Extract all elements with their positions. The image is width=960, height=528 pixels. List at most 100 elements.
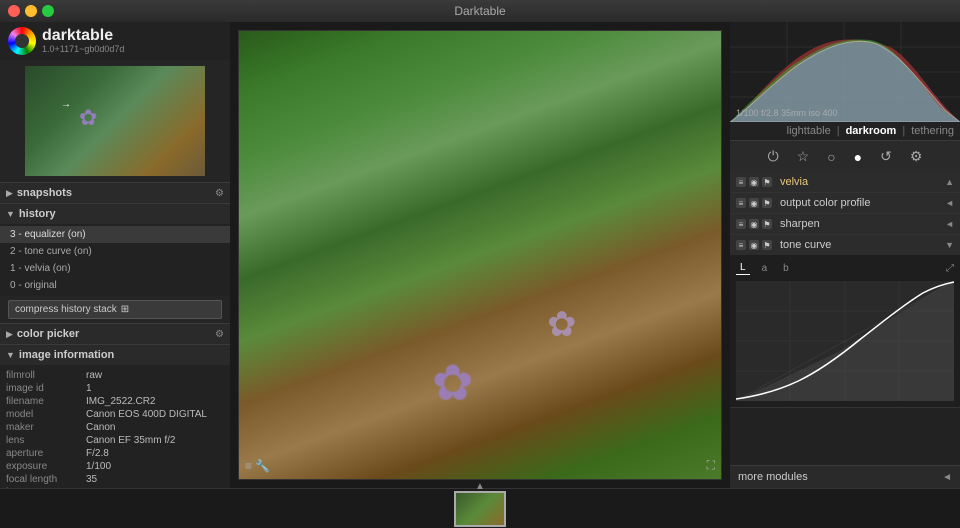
thumbnail-image: → xyxy=(25,66,205,176)
logo-text-area: darktable 1.0+1171~gb0d0d7d xyxy=(42,28,124,54)
tonecurve-flag[interactable]: ⚑ xyxy=(762,240,772,250)
refresh-icon[interactable]: ↺ xyxy=(878,146,894,167)
compress-history-label: compress history stack xyxy=(15,304,117,315)
overlay-left-icon[interactable]: ≡ 🔧 xyxy=(245,459,270,473)
tone-curve-tabs: L a b ⤢ xyxy=(736,261,954,275)
info-exposure-value: 1/100 xyxy=(86,461,111,472)
history-list: 3 - equalizer (on) 2 - tone curve (on) 1… xyxy=(0,224,230,296)
color-picker-gear-icon[interactable]: ⚙ xyxy=(215,329,224,340)
logo-inner xyxy=(15,34,29,48)
histogram-area: 1/100 f/2.8 35mm iso 400 xyxy=(730,22,960,122)
info-focallength: focal length 35 xyxy=(6,473,224,486)
snapshots-collapse-icon: ▶ xyxy=(6,188,13,199)
main-layout: darktable 1.0+1171~gb0d0d7d → ▶ snapshot… xyxy=(0,22,960,488)
logo-version: 1.0+1171~gb0d0d7d xyxy=(42,44,124,54)
info-model-value: Canon EOS 400D DIGITAL xyxy=(86,409,207,420)
module-sharpen-header[interactable]: ≡ ◉ ⚑ sharpen ◄ xyxy=(730,214,960,234)
info-exposure-label: exposure xyxy=(6,461,86,472)
tc-tab-L[interactable]: L xyxy=(736,261,750,275)
module-tone-curve-header[interactable]: ≡ ◉ ⚑ tone curve ▼ xyxy=(730,235,960,255)
history-item-0[interactable]: 0 - original xyxy=(0,277,230,294)
circle-icon[interactable]: ○ xyxy=(825,147,837,167)
history-item-1[interactable]: 1 - velvia (on) xyxy=(0,260,230,277)
gear-icon[interactable]: ⚙ xyxy=(908,146,925,167)
info-aperture: aperture F/2.8 xyxy=(6,447,224,460)
sharpen-name: sharpen xyxy=(780,218,941,230)
output-toggle[interactable]: ≡ xyxy=(736,198,746,208)
info-focallength-value: 35 xyxy=(86,474,97,485)
histogram-label: 1/100 f/2.8 35mm iso 400 xyxy=(736,108,838,118)
color-picker-header[interactable]: ▶ color picker ⚙ xyxy=(0,323,230,344)
velvia-toggle[interactable]: ≡ xyxy=(736,177,746,187)
snapshots-gear-icon[interactable]: ⚙ xyxy=(215,188,224,199)
power-icon[interactable]: ⏻ xyxy=(766,146,781,167)
snapshots-section: ▶ snapshots ⚙ xyxy=(0,182,230,203)
tc-expand-icon[interactable]: ⤢ xyxy=(946,263,954,274)
nav-sep2: | xyxy=(902,125,905,137)
module-velvia-controls: ≡ ◉ ⚑ xyxy=(736,177,772,187)
more-modules-bar[interactable]: more modules ◄ xyxy=(730,465,960,488)
info-model-label: model xyxy=(6,409,86,420)
filmstrip: ▲ xyxy=(0,488,960,528)
info-filmroll-label: filmroll xyxy=(6,370,86,381)
circle-filled-icon[interactable]: ● xyxy=(852,147,864,167)
flower-icon xyxy=(79,105,99,130)
velvia-flag[interactable]: ⚑ xyxy=(762,177,772,187)
info-maker-value: Canon xyxy=(86,422,115,433)
overlay-right-icon[interactable]: ⛶ xyxy=(707,458,715,473)
module-output-color-header[interactable]: ≡ ◉ ⚑ output color profile ◄ xyxy=(730,193,960,213)
history-item-2[interactable]: 2 - tone curve (on) xyxy=(0,243,230,260)
info-lens: lens Canon EF 35mm f/2 xyxy=(6,434,224,447)
tone-curve-arrow[interactable]: ▼ xyxy=(945,240,954,250)
sharpen-arrow[interactable]: ◄ xyxy=(945,219,954,229)
tone-curve-svg xyxy=(736,281,954,401)
tone-curve-name: tone curve xyxy=(780,239,941,251)
star-icon[interactable]: ☆ xyxy=(795,146,812,167)
filmstrip-arrow-up: ▲ xyxy=(475,481,485,492)
image-info-section: ▼ image information filmroll raw image i… xyxy=(0,344,230,488)
tone-curve-graph[interactable] xyxy=(736,281,954,401)
info-aperture-value: F/2.8 xyxy=(86,448,109,459)
module-velvia-header[interactable]: ≡ ◉ ⚑ velvia ▲ xyxy=(730,172,960,192)
main-flower-1: ✿ xyxy=(432,354,474,412)
info-lens-value: Canon EF 35mm f/2 xyxy=(86,435,175,446)
sharpen-flag[interactable]: ⚑ xyxy=(762,219,772,229)
snapshots-header[interactable]: ▶ snapshots ⚙ xyxy=(0,182,230,203)
main-flower-2: ✿ xyxy=(547,305,576,345)
info-aperture-label: aperture xyxy=(6,448,86,459)
output-color-arrow[interactable]: ◄ xyxy=(945,198,954,208)
close-button[interactable] xyxy=(8,5,20,17)
maximize-button[interactable] xyxy=(42,5,54,17)
filmstrip-thumb-image xyxy=(456,493,504,525)
velvia-arrow[interactable]: ▲ xyxy=(945,177,954,187)
image-info-table: filmroll raw image id 1 filename IMG_252… xyxy=(0,365,230,488)
image-info-header[interactable]: ▼ image information xyxy=(0,344,230,365)
tc-tab-a[interactable]: a xyxy=(758,262,772,275)
output-flag[interactable]: ⚑ xyxy=(762,198,772,208)
history-item-3[interactable]: 3 - equalizer (on) xyxy=(0,226,230,243)
velvia-eye[interactable]: ◉ xyxy=(749,177,759,187)
module-output-color: ≡ ◉ ⚑ output color profile ◄ xyxy=(730,193,960,214)
main-image: ✿ ✿ xyxy=(239,31,721,479)
output-eye[interactable]: ◉ xyxy=(749,198,759,208)
logo-name: darktable xyxy=(42,28,124,44)
nav-lighttable[interactable]: lighttable xyxy=(787,125,831,137)
sharpen-toggle[interactable]: ≡ xyxy=(736,219,746,229)
window-controls[interactable] xyxy=(8,5,54,17)
module-tonecurve-controls: ≡ ◉ ⚑ xyxy=(736,240,772,250)
minimize-button[interactable] xyxy=(25,5,37,17)
left-panel: darktable 1.0+1171~gb0d0d7d → ▶ snapshot… xyxy=(0,22,230,488)
info-model: model Canon EOS 400D DIGITAL xyxy=(6,408,224,421)
nav-tethering[interactable]: tethering xyxy=(911,125,954,137)
compress-history-button[interactable]: compress history stack ⊞ xyxy=(8,300,222,319)
main-image-container[interactable]: ✿ ✿ ≡ 🔧 ⛶ xyxy=(238,30,722,480)
tonecurve-toggle[interactable]: ≡ xyxy=(736,240,746,250)
history-header[interactable]: ▼ history xyxy=(0,203,230,224)
info-imageid: image id 1 xyxy=(6,382,224,395)
tc-tab-b[interactable]: b xyxy=(779,262,793,275)
sharpen-eye[interactable]: ◉ xyxy=(749,219,759,229)
nav-darkroom[interactable]: darkroom xyxy=(846,125,897,137)
tonecurve-eye[interactable]: ◉ xyxy=(749,240,759,250)
filmstrip-thumbnail[interactable] xyxy=(454,491,506,527)
module-list: ≡ ◉ ⚑ velvia ▲ ≡ ◉ ⚑ output color pro xyxy=(730,172,960,465)
